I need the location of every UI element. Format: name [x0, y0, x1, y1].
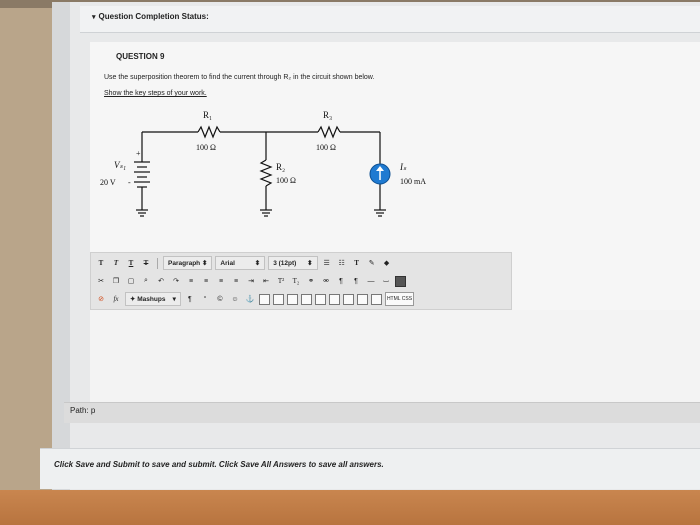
answer-editor[interactable]: [90, 310, 700, 402]
table-row-icon[interactable]: [272, 293, 284, 305]
blockquote-icon[interactable]: “: [199, 293, 211, 305]
puzzle-icon: ✦: [130, 296, 136, 303]
monitor-bezel-bottom: [0, 490, 700, 525]
editor-toolbar: T T T T Paragraph ⬍ Arial ⬍ 3 (12pt) ⬍ ☰…: [90, 252, 512, 310]
indent-icon[interactable]: ⇥: [245, 275, 257, 287]
text-style-button[interactable]: T: [95, 257, 107, 269]
text-color-icon[interactable]: T: [351, 257, 363, 269]
highlight-icon[interactable]: ✎: [366, 257, 378, 269]
select-arrows-icon: ⬍: [201, 260, 208, 267]
select-arrows-icon: ⬍: [307, 260, 313, 267]
r1-label: R₁: [203, 110, 212, 120]
find-icon[interactable]: ⌕: [140, 275, 152, 287]
vs-label: Vₛ₁: [114, 160, 126, 170]
cell-props-icon[interactable]: [356, 293, 368, 305]
font-size-select-value: 3 (12pt): [273, 259, 297, 267]
html-css-button[interactable]: HTML CSS: [384, 292, 415, 306]
table-icon[interactable]: [258, 293, 270, 305]
eraser-icon[interactable]: ◆: [381, 257, 393, 269]
r3-label: R₃: [323, 110, 332, 120]
copy-icon[interactable]: ❐: [110, 275, 122, 287]
toolbar-row-3: ⊘ fx ✦ Mashups ▾ ¶ “ © ☺ ⚓ HTML CSS: [91, 291, 415, 307]
cut-icon[interactable]: ✂: [95, 275, 107, 287]
question-text: Use the superposition theorem to find th…: [104, 74, 375, 81]
toolbar-row-1: T T T T Paragraph ⬍ Arial ⬍ 3 (12pt) ⬍ ☰…: [91, 255, 393, 271]
vs-value: 20 V: [100, 178, 116, 187]
vs-plus: +: [136, 149, 141, 158]
insert-box-icon[interactable]: [370, 293, 382, 305]
r1-value: 100 Ω: [196, 143, 216, 152]
editor-path: Path: p: [70, 406, 96, 415]
table-merge-icon[interactable]: [300, 293, 312, 305]
numbered-list-icon[interactable]: ☷: [336, 257, 348, 269]
font-select-value: Arial: [220, 259, 235, 267]
r3-value: 100 Ω: [316, 143, 336, 152]
r2-label: R₂: [276, 162, 285, 172]
undo-icon[interactable]: ↶: [155, 275, 167, 287]
special-char-icon[interactable]: ⌴: [380, 275, 392, 287]
submission-instructions: Click Save and Submit to save and submit…: [54, 460, 384, 469]
is-label: Iₛ: [399, 162, 407, 172]
redo-icon[interactable]: ↷: [170, 275, 182, 287]
ltr-icon[interactable]: ¶: [335, 275, 347, 287]
justify-icon[interactable]: ≡: [230, 275, 242, 287]
font-select[interactable]: Arial ⬍: [215, 256, 266, 270]
horizontal-rule-icon[interactable]: —: [365, 275, 377, 287]
circuit-diagram: R₁ 100 Ω R₃ 100 Ω R₂ 100 Ω Vₛ₁ 20 V + - …: [100, 110, 426, 217]
link-icon[interactable]: ⚭: [305, 275, 317, 287]
anchor-icon[interactable]: ⚓: [244, 293, 256, 305]
source-icon[interactable]: ⊘: [95, 293, 107, 305]
paragraph-mark-icon[interactable]: ¶: [184, 293, 196, 305]
r2-resistor: [259, 159, 273, 187]
table-col-icon[interactable]: [286, 293, 298, 305]
mashups-select[interactable]: ✦ Mashups ▾: [125, 292, 181, 306]
is-value: 100 mA: [400, 177, 426, 186]
formula-icon[interactable]: fx: [110, 293, 122, 305]
copyright-icon[interactable]: ©: [214, 293, 226, 305]
table-delete-icon[interactable]: [328, 293, 340, 305]
select-arrows-icon: ⬍: [254, 260, 261, 267]
outdent-icon[interactable]: ⇤: [260, 275, 272, 287]
subscript-icon[interactable]: T₂: [290, 275, 302, 287]
editor-path-bar: [64, 402, 700, 423]
rtl-icon[interactable]: ¶: [350, 275, 362, 287]
vs-minus: -: [128, 178, 131, 187]
align-right-icon[interactable]: ≡: [215, 275, 227, 287]
question-number: QUESTION 9: [116, 52, 165, 61]
underline-button[interactable]: T: [125, 257, 137, 269]
align-center-icon[interactable]: ≡: [200, 275, 212, 287]
align-left-icon[interactable]: ≡: [185, 275, 197, 287]
table-props-icon[interactable]: [342, 293, 354, 305]
mashups-label: Mashups: [137, 295, 166, 303]
question-status-label: Question Completion Status:: [98, 12, 209, 21]
italic-button[interactable]: T: [110, 257, 122, 269]
r3-resistor: [317, 125, 341, 139]
strikethrough-button[interactable]: T: [140, 257, 152, 269]
bullet-list-icon[interactable]: ☰: [321, 257, 333, 269]
toolbar-row-2: ✂ ❐ ▢ ⌕ ↶ ↷ ≡ ≡ ≡ ≡ ⇥ ⇤ T² T₂ ⚭ ⚮ ¶ ¶ — …: [91, 273, 406, 289]
question-instruction: Show the key steps of your work.: [104, 90, 207, 97]
chevron-down-icon: ▾: [172, 296, 176, 303]
question-status-toggle[interactable]: ▾ Question Completion Status:: [92, 12, 209, 21]
paragraph-select-value: Paragraph: [168, 259, 201, 267]
r2-value: 100 Ω: [276, 176, 296, 185]
font-size-select[interactable]: 3 (12pt) ⬍: [268, 256, 318, 270]
emoticon-icon[interactable]: ☺: [229, 293, 241, 305]
superscript-icon[interactable]: T²: [275, 275, 287, 287]
toolbar-divider: [157, 257, 158, 269]
paragraph-select[interactable]: Paragraph ⬍: [163, 256, 213, 270]
unlink-icon[interactable]: ⚮: [320, 275, 332, 287]
r1-resistor: [197, 125, 221, 139]
paste-icon[interactable]: ▢: [125, 275, 137, 287]
table-split-icon[interactable]: [314, 293, 326, 305]
spellcheck-icon[interactable]: [395, 275, 406, 287]
chevron-down-icon: ▾: [92, 14, 96, 21]
